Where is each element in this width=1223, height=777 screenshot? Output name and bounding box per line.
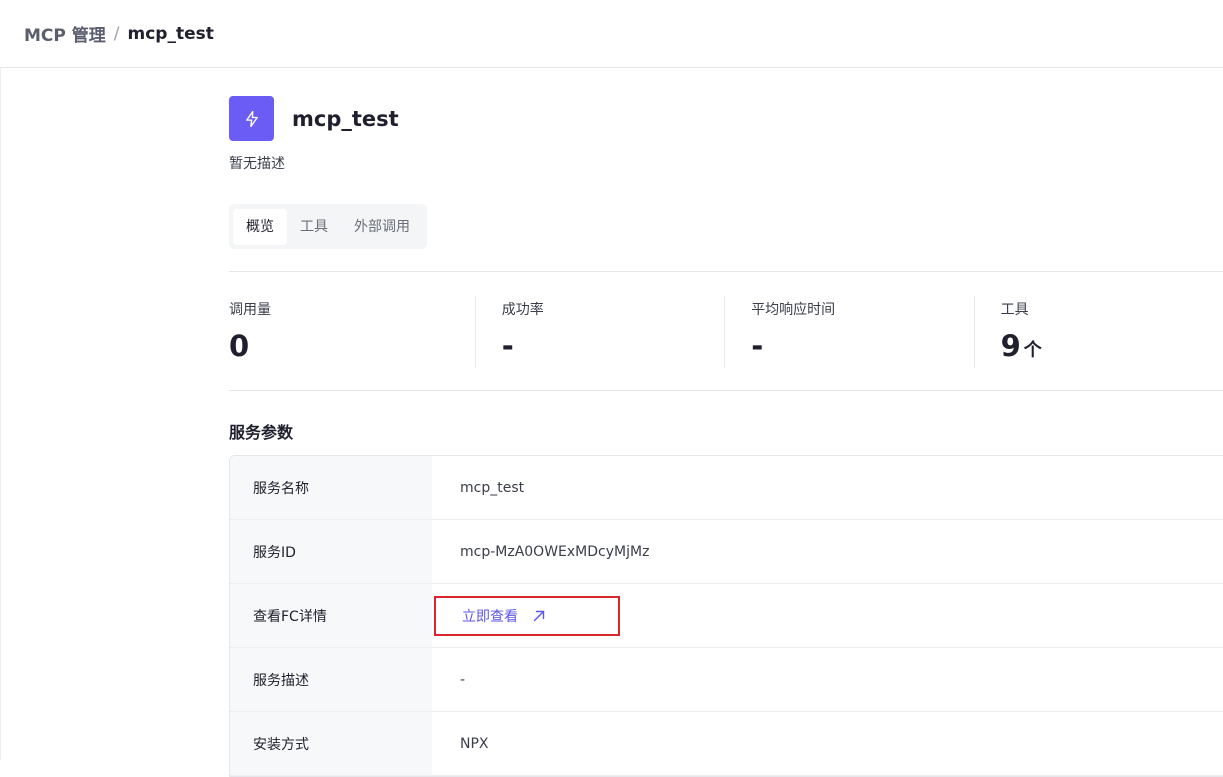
sidebar-edge [0, 68, 1, 760]
stat-call-count: 调用量 0 [229, 295, 475, 367]
param-row-install-method: 安装方式 NPX [230, 712, 1223, 776]
lightning-icon [245, 110, 258, 127]
tab-tools[interactable]: 工具 [287, 209, 341, 245]
stat-number: - [501, 329, 514, 363]
stat-value: - [502, 329, 724, 363]
param-value: mcp_test [460, 479, 525, 496]
stat-label: 成功率 [501, 302, 544, 318]
stats-row: 调用量 0 成功率 - 平均响应时间 - 工具 9个 [229, 295, 1223, 368]
service-params-table: 服务名称 mcp_test 服务ID mcp-MzA0OWExMDcyMjMz … [229, 455, 1223, 777]
tab-bar: 概览 工具 外部调用 [229, 204, 427, 249]
stat-number: - [751, 329, 764, 363]
section-title-service-params: 服务参数 [229, 423, 294, 442]
stat-value: - [751, 329, 973, 363]
param-value: NPX [460, 735, 489, 752]
stat-label: 调用量 [229, 302, 271, 318]
app-description: 暂无描述 [229, 156, 285, 172]
param-row-service-id: 服务ID mcp-MzA0OWExMDcyMjMz [230, 520, 1223, 584]
stat-value: 9个 [1001, 329, 1223, 363]
tab-external-call[interactable]: 外部调用 [341, 209, 423, 245]
param-row-fc-details: 查看FC详情 立即查看 [230, 584, 1223, 648]
param-row-service-description: 服务描述 - [230, 648, 1223, 712]
param-row-service-name: 服务名称 mcp_test [230, 456, 1223, 520]
stat-value: 0 [229, 329, 475, 363]
param-key: 安装方式 [230, 712, 432, 775]
param-value: mcp-MzA0OWExMDcyMjMz [460, 543, 650, 560]
param-key: 服务ID [230, 520, 432, 583]
stat-tools: 工具 9个 [973, 295, 1223, 368]
breadcrumb-mcp-management[interactable]: MCP 管理 [24, 21, 106, 46]
app-icon-tile [229, 96, 274, 141]
stat-number: 0 [229, 329, 250, 363]
param-key: 服务名称 [230, 456, 432, 519]
stat-unit: 个 [1023, 340, 1042, 361]
breadcrumb-separator: / [113, 23, 120, 44]
stat-avg-response-time: 平均响应时间 - [724, 295, 973, 368]
param-value: 立即查看 [432, 584, 1223, 647]
view-now-label: 立即查看 [462, 608, 518, 625]
breadcrumb: MCP 管理 / mcp_test [0, 0, 1223, 68]
stat-success-rate: 成功率 - [474, 295, 724, 368]
breadcrumb-current: mcp_test [127, 23, 214, 44]
divider [229, 271, 1223, 272]
main-content: mcp_test 暂无描述 概览 工具 外部调用 调用量 0 成功率 - 平均响… [229, 68, 1223, 777]
param-key: 服务描述 [230, 648, 432, 711]
param-value: - [460, 671, 466, 688]
param-key: 查看FC详情 [230, 584, 432, 647]
app-header: mcp_test [229, 96, 399, 141]
stat-label: 平均响应时间 [751, 302, 836, 318]
page-title: mcp_test [292, 106, 399, 131]
stat-label: 工具 [1000, 302, 1029, 318]
external-link-icon [532, 609, 546, 623]
divider [229, 390, 1223, 391]
tab-overview[interactable]: 概览 [233, 208, 287, 245]
view-now-link[interactable]: 立即查看 [434, 595, 620, 636]
stat-number: 9 [1000, 329, 1021, 363]
